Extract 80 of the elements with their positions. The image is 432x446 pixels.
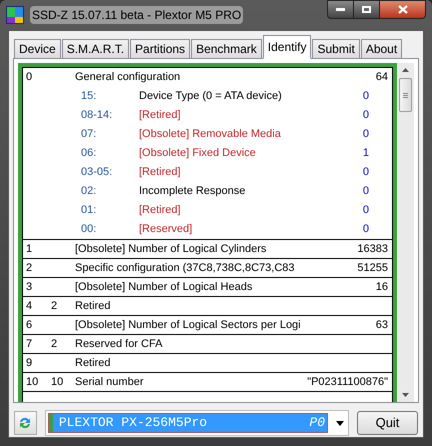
field-description: Retired — [75, 356, 112, 371]
bit-range: 15: — [80, 89, 98, 104]
word-index: 4 — [25, 298, 34, 314]
field-description: Serial number — [75, 374, 144, 390]
bit-range: 06: — [80, 146, 98, 162]
bit-value: 0 — [362, 108, 369, 124]
word-index: 2 — [25, 260, 34, 276]
bit-description: [Retired] — [139, 108, 182, 124]
field-value: 63 — [376, 318, 389, 333]
bit-value: 0 — [362, 184, 369, 200]
bit-description: [Reserved] — [139, 222, 194, 238]
word-index: 9 — [25, 356, 34, 371]
bit-range: 00: — [80, 222, 98, 238]
drive-name: PLEXTOR PX-256M5Pro — [58, 414, 208, 432]
word-count: 10 — [51, 374, 64, 390]
bit-value: 0 — [362, 127, 369, 142]
quit-button[interactable]: Quit — [357, 411, 418, 435]
word-index: 3 — [25, 280, 34, 295]
word-count: 2 — [51, 298, 58, 314]
tab[interactable]: Partitions — [130, 39, 190, 59]
field-value: "P02311100876" — [307, 374, 389, 390]
bit-description: [Obsolete] Fixed Device — [139, 146, 257, 162]
bit-range: 01: — [80, 203, 98, 218]
word-count: 2 — [51, 336, 58, 352]
tab[interactable]: Device — [14, 39, 61, 59]
identify-row[interactable]: 4 2 Retired — [23, 297, 392, 316]
port-label: P0 — [309, 414, 325, 432]
bit-range: 08-14: — [80, 108, 114, 124]
bit-description: Device Type (0 = ATA device) — [139, 89, 283, 104]
identify-row[interactable]: 3 [Obsolete] Number of Logical Heads 16 — [23, 278, 392, 297]
window-title: SSD-Z 15.07.11 beta - Plextor M5 PRO — [30, 6, 244, 24]
word-index: 10 — [25, 374, 40, 390]
bit-range: 07: — [80, 127, 98, 142]
field-description: [Obsolete] Number of Logical Sectors per Logi — [75, 318, 302, 333]
minimize-button[interactable] — [327, 0, 354, 19]
word-index: 6 — [25, 318, 34, 333]
field-value: 64 — [376, 70, 389, 86]
dropdown-arrow-icon — [336, 420, 344, 426]
word-index: 1 — [25, 242, 34, 257]
bit-value: 0 — [362, 165, 369, 180]
identify-row[interactable]: 6 [Obsolete] Number of Logical Sectors per Logi 63 — [23, 316, 392, 335]
bit-value: 0 — [362, 222, 369, 238]
maximize-button[interactable] — [354, 0, 380, 19]
field-value: 16383 — [357, 242, 389, 257]
identify-row[interactable]: 2 Specific configuration (37C8,738C,8C73,C83 51255 — [23, 259, 392, 278]
identify-row[interactable]: 1 [Obsolete] Number of Logical Cylinders 16383 — [23, 240, 392, 259]
bit-value: 1 — [362, 146, 369, 162]
bit-value: 0 — [362, 89, 369, 104]
field-description: Reserved for CFA — [75, 336, 164, 352]
word-index: 7 — [25, 336, 34, 352]
tab[interactable]: S.M.A.R.T. — [62, 39, 130, 59]
app-icon — [6, 6, 24, 24]
bit-description: [Obsolete] Removable Media — [139, 127, 282, 142]
tab[interactable]: Submit — [312, 39, 360, 59]
field-description: [Obsolete] Number of Logical Cylinders — [75, 242, 268, 257]
word-index: 0 — [25, 70, 34, 86]
tab[interactable]: Identify — [262, 35, 312, 59]
close-icon — [398, 5, 408, 14]
refresh-button[interactable] — [14, 411, 37, 435]
bit-range: 02: — [80, 184, 98, 200]
field-description: [Obsolete] Number of Logical Heads — [75, 280, 254, 295]
bit-value: 0 — [362, 203, 369, 218]
close-button[interactable] — [380, 0, 426, 19]
bit-description: [Retired] — [139, 203, 182, 218]
tab[interactable]: Benchmark — [191, 39, 262, 59]
field-value: 51255 — [357, 260, 389, 276]
bit-range: 03-05: — [80, 165, 114, 180]
field-description: General configuration — [75, 70, 182, 86]
identify-row[interactable]: 9 Retired — [23, 354, 392, 373]
tab[interactable]: About — [360, 39, 402, 59]
scroll-thumb[interactable] — [399, 78, 412, 112]
field-description: Specific configuration (37C8,738C,8C73,C83 — [75, 260, 296, 276]
identify-row[interactable]: 0 General configuration 64 — [23, 68, 392, 87]
identify-row[interactable]: 10 10 Serial number "P02311100876" — [23, 373, 392, 392]
field-description: Retired — [75, 298, 112, 314]
bit-description: Incomplete Response — [139, 184, 246, 200]
identify-row[interactable]: 7 2 Reserved for CFA — [23, 335, 392, 354]
field-value: 16 — [376, 280, 389, 295]
refresh-icon — [18, 416, 32, 430]
bit-description: [Retired] — [139, 165, 182, 180]
